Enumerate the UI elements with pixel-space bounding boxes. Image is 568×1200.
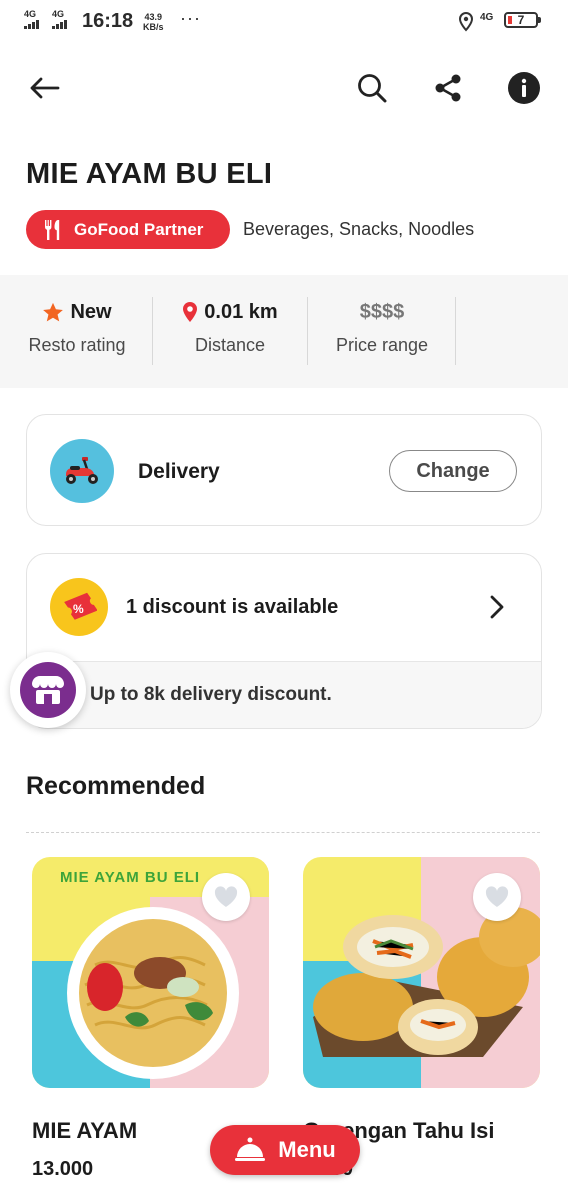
search-button[interactable] <box>352 68 392 108</box>
stat-rating: New Resto rating <box>28 300 126 356</box>
restaurant-name: MIE AYAM BU ELI <box>26 158 273 190</box>
signal-indicator-1: 4G <box>24 10 39 29</box>
scooter-icon <box>50 439 114 503</box>
back-button[interactable] <box>24 68 64 108</box>
cutlery-icon <box>45 219 60 240</box>
battery-indicator: 7 <box>504 12 541 28</box>
favorite-button[interactable] <box>202 873 250 921</box>
heart-icon <box>485 886 509 907</box>
store-icon <box>20 662 76 718</box>
discount-title: 1 discount is available <box>126 596 339 618</box>
section-divider <box>26 832 540 833</box>
location-status-icon <box>458 12 474 32</box>
more-notifications-icon: ··· <box>180 8 201 28</box>
food-price: 13.000 <box>32 1158 94 1180</box>
image-caption: MIE AYAM BU ELI <box>60 869 201 886</box>
arrow-left-icon <box>30 77 60 99</box>
menu-button[interactable]: Menu <box>210 1125 360 1175</box>
info-icon <box>508 72 540 104</box>
share-icon <box>435 74 461 102</box>
gofood-partner-badge: GoFood Partner <box>26 210 230 249</box>
status-bar: 4G 4G 16:18 43.9 KB/s ··· 4G 7 <box>0 0 568 44</box>
share-button[interactable] <box>428 68 468 108</box>
cloche-icon <box>235 1137 266 1161</box>
discount-detail: Up to 8k delivery discount. <box>90 684 332 705</box>
cuisine-tags: Beverages, Snacks, Noodles <box>243 219 475 239</box>
noodle-bowl-image <box>67 907 239 1079</box>
stat-price-range: $$$$ Price range <box>335 300 429 356</box>
info-button[interactable] <box>504 68 544 108</box>
svg-text:%: % <box>73 602 84 616</box>
discount-ticket-icon: % <box>50 578 108 636</box>
network-speed: 43.9 KB/s <box>143 12 164 32</box>
signal-indicator-2: 4G <box>52 10 67 29</box>
delivery-label: Delivery <box>138 460 220 483</box>
fried-tofu-image <box>313 907 540 1057</box>
store-floating-button[interactable] <box>10 652 86 728</box>
chevron-right-icon <box>490 595 504 619</box>
food-image-mie-ayam[interactable]: MIE AYAM BU ELI <box>32 857 269 1088</box>
status-time: 16:18 <box>82 10 134 32</box>
favorite-button[interactable] <box>473 873 521 921</box>
heart-icon <box>214 886 238 907</box>
section-title-recommended: Recommended <box>26 772 206 800</box>
restaurant-stats: New Resto rating 0.01 km Distance $$$$ P… <box>0 275 568 388</box>
stat-distance: 0.01 km Distance <box>176 297 284 356</box>
food-name: MIE AYAM <box>32 1118 138 1143</box>
location-pin-icon <box>183 302 198 322</box>
star-icon <box>43 302 64 321</box>
network-type: 4G <box>480 12 494 23</box>
food-image-gorengan[interactable] <box>303 857 540 1088</box>
search-icon <box>358 74 387 103</box>
change-delivery-button[interactable]: Change <box>389 450 517 492</box>
